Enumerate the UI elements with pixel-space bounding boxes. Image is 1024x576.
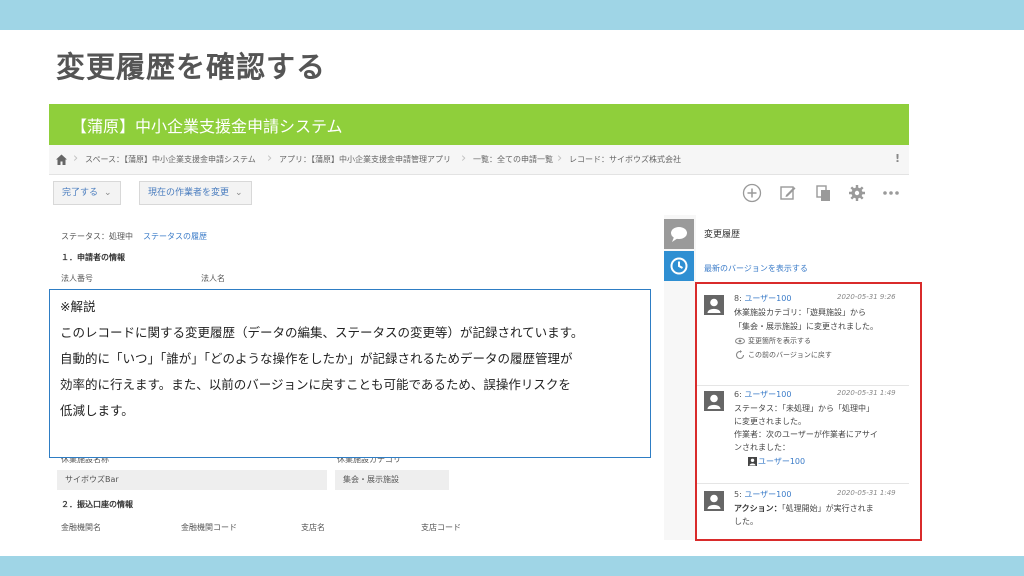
entry-divider	[696, 483, 909, 484]
breadcrumb: › スペース：【蒲原】中小企業支援金申請システム › アプリ：【蒲原】中小企業支…	[49, 145, 909, 175]
entry-date: 2020-05-31 1:49	[837, 489, 896, 497]
revert-version-link[interactable]: この前のバージョンに戻す	[748, 350, 832, 360]
breadcrumb-separator: ›	[267, 151, 273, 166]
change-assignee-button[interactable]: 現在の作業者を変更 ⌄	[139, 181, 252, 205]
entry-date: 2020-05-31 9:26	[837, 293, 896, 301]
revert-icon	[735, 350, 745, 360]
user-icon	[707, 394, 721, 409]
entry-text: した。	[734, 517, 758, 526]
more-icon[interactable]	[881, 183, 901, 203]
change-assignee-label: 現在の作業者を変更	[148, 188, 230, 198]
gear-icon[interactable]	[847, 183, 867, 203]
show-changes-link[interactable]: 変更箇所を表示する	[748, 336, 811, 346]
entry-header: 8: ユーザー100	[734, 293, 791, 304]
entry-header: 6: ユーザー100	[734, 389, 791, 400]
status-history-link[interactable]: ステータスの履歴	[143, 232, 207, 241]
entry-version: 6:	[734, 390, 742, 399]
entry-text: ステータス：「未処理」から「処理中」	[734, 404, 874, 413]
facility-category-field[interactable]: 集会・展示施設	[335, 470, 449, 490]
entry-user-link[interactable]: ユーザー100	[744, 490, 791, 499]
entry-version: 5:	[734, 490, 742, 499]
history-icon	[670, 257, 688, 275]
entry-text: ンされました：	[734, 443, 790, 452]
branch-code-label: 支店コード	[421, 523, 461, 532]
entry-text: 「集会・展示施設」に変更されました。	[734, 322, 878, 331]
alert-icon[interactable]: !	[895, 152, 900, 165]
history-entry: 5: ユーザー100 2020-05-31 1:49 アクション：「処理開始」が…	[696, 485, 909, 540]
explanation-box: ※解説 このレコードに関する変更履歴（データの編集、ステータスの変更等）が記録さ…	[49, 289, 651, 458]
explanation-heading: ※解説	[60, 299, 96, 314]
comment-tab[interactable]	[664, 219, 694, 249]
explanation-line: このレコードに関する変更履歴（データの編集、ステータスの変更等）が記録されていま…	[60, 325, 584, 340]
entry-user-link[interactable]: ユーザー100	[744, 294, 791, 303]
top-band	[0, 0, 1024, 30]
breadcrumb-space[interactable]: スペース：【蒲原】中小企業支援金申請システム	[85, 154, 256, 165]
section-applicant: １．申請者の情報	[61, 253, 125, 262]
entry-header: 5: ユーザー100	[734, 489, 791, 500]
status-label: ステータス：処理中	[61, 232, 133, 241]
explanation-line: 効率的に行えます。また、以前のバージョンに戻すことも可能であるため、誤操作リスク…	[60, 377, 571, 392]
history-panel: 変更履歴 最新のバージョンを表示する 8: ユーザー100 2020-05-31…	[696, 215, 909, 540]
user-icon	[707, 298, 721, 313]
entry-text: 休業施設カテゴリ：「遊興施設」から	[734, 308, 866, 317]
breadcrumb-separator: ›	[461, 151, 467, 166]
entry-version: 8:	[734, 294, 742, 303]
entry-user-link[interactable]: ユーザー100	[744, 390, 791, 399]
complete-button[interactable]: 完了する ⌄	[53, 181, 121, 205]
history-entry: 6: ユーザー100 2020-05-31 1:49 ステータス：「未処理」から…	[696, 383, 909, 493]
user-small-icon	[748, 457, 757, 466]
action-bar: 完了する ⌄ 現在の作業者を変更 ⌄	[49, 175, 909, 215]
entry-text: アクション：「処理開始」が実行されま	[734, 503, 874, 514]
app-title: 【蒲原】中小企業支援金申請システム	[71, 117, 343, 136]
avatar	[704, 391, 724, 411]
edit-icon[interactable]	[778, 183, 798, 203]
corp-name-label: 法人名	[201, 274, 225, 283]
breadcrumb-separator: ›	[73, 151, 79, 166]
explanation-line: 低減します。	[60, 403, 134, 418]
breadcrumb-record: レコード：サイボウズ株式会社	[569, 155, 681, 164]
section-bank: ２．振込口座の情報	[61, 500, 133, 509]
branch-name-label: 支店名	[301, 523, 325, 532]
slide-title: 変更履歴を確認する	[56, 50, 327, 84]
explanation-line: 自動的に「いつ」「誰が」「どのような操作をしたか」が記録されるためデータの履歴管…	[60, 351, 573, 366]
breadcrumb-app[interactable]: アプリ：【蒲原】中小企業支援金申請管理アプリ	[279, 154, 451, 165]
entry-date: 2020-05-31 1:49	[837, 389, 896, 397]
avatar	[704, 295, 724, 315]
eye-icon	[735, 337, 745, 345]
avatar	[704, 491, 724, 511]
bank-name-label: 金融機関名	[61, 523, 101, 532]
app-header: 【蒲原】中小企業支援金申請システム	[49, 104, 909, 145]
entry-text: 作業者：次のユーザーが作業者にアサイ	[734, 430, 878, 439]
side-tabs	[664, 215, 696, 540]
add-icon[interactable]	[742, 183, 762, 203]
history-entry: 8: ユーザー100 2020-05-31 9:26 休業施設カテゴリ：「遊興施…	[696, 293, 909, 383]
breadcrumb-view[interactable]: 一覧：全ての申請一覧	[473, 154, 553, 165]
action-text: 「処理開始」が実行されま	[781, 504, 874, 513]
action-label: アクション：	[734, 504, 782, 513]
bank-code-label: 金融機関コード	[181, 523, 237, 532]
bottom-band	[0, 556, 1024, 576]
facility-name-field[interactable]: サイボウズBar	[57, 470, 327, 490]
corp-number-label: 法人番号	[61, 274, 93, 283]
comment-icon	[671, 227, 687, 242]
user-icon	[707, 494, 721, 509]
home-icon[interactable]	[55, 153, 68, 166]
slide: 変更履歴を確認する 【蒲原】中小企業支援金申請システム › スペース：【蒲原】中…	[0, 0, 1024, 576]
history-tab[interactable]	[664, 251, 694, 281]
status-row: ステータス：処理中 ステータスの履歴	[61, 231, 207, 242]
copy-icon[interactable]	[813, 183, 833, 203]
latest-version-link[interactable]: 最新のバージョンを表示する	[704, 263, 808, 274]
complete-button-label: 完了する	[62, 188, 99, 198]
history-title: 変更履歴	[704, 230, 741, 240]
chevron-down-icon: ⌄	[104, 188, 112, 198]
breadcrumb-separator: ›	[557, 151, 563, 166]
assigned-user-link[interactable]: ユーザー100	[758, 456, 805, 467]
chevron-down-icon: ⌄	[235, 188, 243, 198]
entry-text: に変更されました。	[734, 417, 806, 426]
